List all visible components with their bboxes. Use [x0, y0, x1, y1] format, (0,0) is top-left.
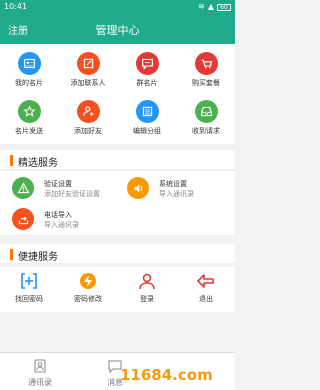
quick-item-logout[interactable]: 退出 — [177, 267, 235, 312]
service-title: 电话导入 — [44, 211, 72, 219]
grid-item-label: 群名片 — [136, 79, 158, 87]
quick-item-recover-password[interactable]: 找回密码 — [0, 267, 58, 312]
status-bar: 10:41 ≋ ▲ 60 — [0, 0, 235, 14]
grid-item-label: 添加联系人 — [70, 79, 106, 87]
star-icon — [17, 100, 41, 123]
add-friend-icon — [76, 100, 100, 123]
grid-item-my-card[interactable]: 我的名片 — [0, 46, 58, 94]
grid-item-label: 编辑分组 — [133, 127, 161, 135]
section-title: 精选服务 — [18, 158, 58, 169]
warning-icon — [12, 177, 34, 199]
section-quick-header: 便捷服务 — [0, 244, 235, 264]
grid-item-label: 收到请求 — [192, 127, 220, 135]
service-desc: 添加好友验证设置 — [44, 190, 100, 198]
service-desc: 导入通讯录 — [44, 221, 79, 229]
grid-item-group-card[interactable]: 群名片 — [118, 46, 176, 94]
signal-icon: ▲ — [207, 2, 214, 11]
cart-icon — [194, 52, 218, 75]
status-time: 10:41 — [4, 2, 28, 11]
contacts-icon — [34, 359, 46, 373]
edit-icon — [76, 52, 100, 75]
featured-services: 验证设置 添加好友验证设置 系统设置 导入通讯录 电话导入 导入通讯录 — [0, 171, 235, 235]
inbox-icon — [194, 100, 218, 123]
quick-services: 找回密码 密码修改 登录 退出 — [0, 267, 235, 312]
service-verify-settings[interactable]: 验证设置 添加好友验证设置 — [0, 174, 115, 204]
grid-item-label: 名片发送 — [15, 127, 43, 135]
service-system-settings[interactable]: 系统设置 导入通讯录 — [115, 174, 230, 204]
wifi-icon: ≋ — [198, 2, 205, 11]
section-accent-bar — [10, 249, 13, 260]
group-card-icon — [135, 52, 159, 75]
user-icon — [135, 271, 159, 291]
app-bar: 注册 管理中心 — [0, 14, 235, 44]
volume-icon — [127, 177, 149, 199]
quick-item-label: 密码修改 — [74, 295, 102, 303]
grid-item-label: 添加好友 — [74, 127, 102, 135]
card-icon — [17, 52, 41, 75]
quick-item-label: 退出 — [199, 295, 213, 303]
feature-grid: 我的名片 添加联系人 群名片 购买套餐 名片发送 添加好友 编辑分组 收到请求 — [0, 44, 235, 144]
section-title: 便捷服务 — [18, 252, 58, 263]
grid-item-send-card[interactable]: 名片发送 — [0, 94, 58, 142]
service-title: 验证设置 — [44, 180, 72, 188]
service-phone-import[interactable]: 电话导入 导入通讯录 — [0, 205, 115, 235]
service-title: 系统设置 — [159, 180, 187, 188]
section-featured-header: 精选服务 — [0, 150, 235, 170]
quick-item-label: 找回密码 — [15, 295, 43, 303]
quick-item-change-password[interactable]: 密码修改 — [59, 267, 117, 312]
grid-item-label: 购买套餐 — [192, 79, 220, 87]
page-title: 管理中心 — [95, 24, 140, 37]
quick-item-label: 登录 — [140, 295, 154, 303]
watermark-logo: 11684.com — [120, 366, 213, 384]
import-icon — [12, 208, 34, 230]
grid-item-received-requests[interactable]: 收到请求 — [177, 94, 235, 142]
section-accent-bar — [10, 155, 13, 166]
grid-item-buy-plan[interactable]: 购买套餐 — [177, 46, 235, 94]
tab-contacts[interactable]: 通讯录 — [5, 353, 75, 390]
grid-item-add-contact[interactable]: 添加联系人 — [59, 46, 117, 94]
battery-icon: 60 — [217, 3, 231, 11]
exit-arrow-icon — [194, 271, 218, 291]
grid-item-edit-group[interactable]: 编辑分组 — [118, 94, 176, 142]
service-desc: 导入通讯录 — [159, 190, 194, 198]
grid-item-add-friend[interactable]: 添加好友 — [59, 94, 117, 142]
tab-label: 通讯录 — [28, 378, 52, 387]
grid-item-label: 我的名片 — [15, 79, 43, 87]
list-icon — [135, 100, 159, 123]
plus-bracket-icon — [17, 271, 41, 291]
quick-item-login[interactable]: 登录 — [118, 267, 176, 312]
lightning-icon — [76, 271, 100, 291]
